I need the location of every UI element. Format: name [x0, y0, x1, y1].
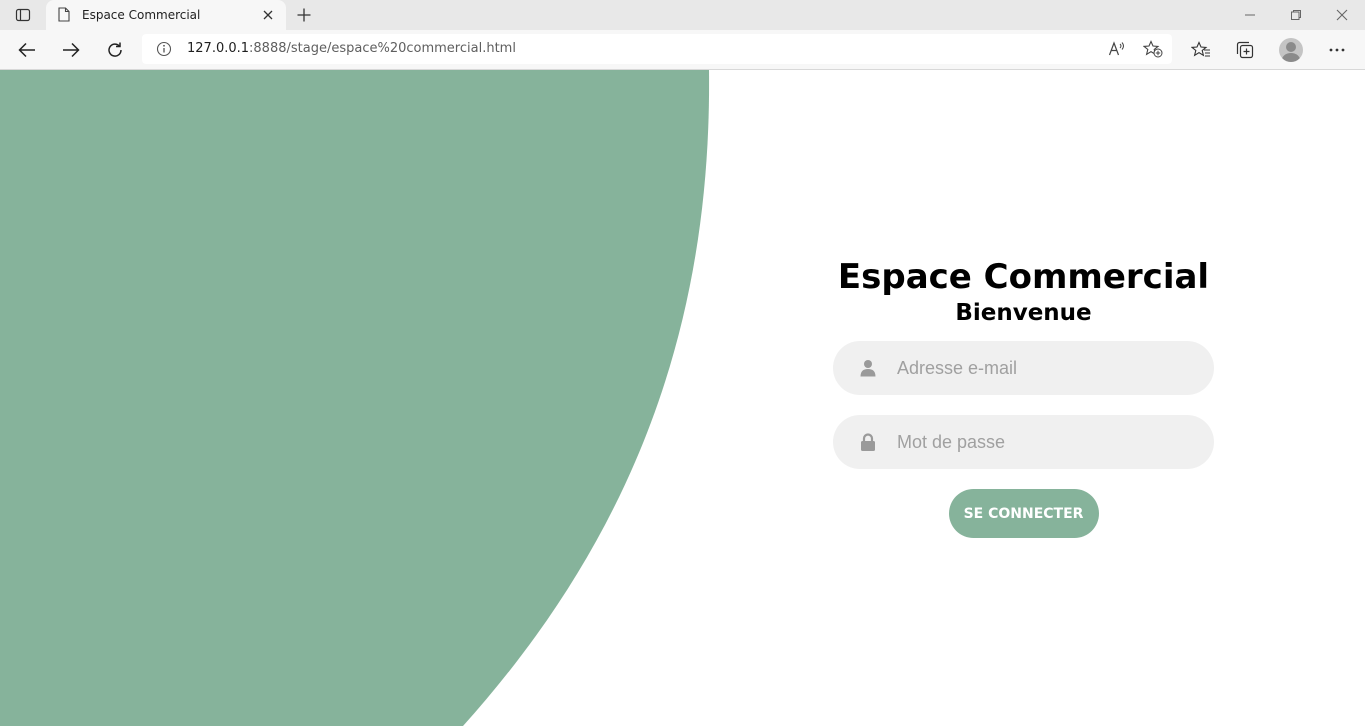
- login-form: Espace Commercial Bienvenue SE CONNECTER: [833, 258, 1214, 538]
- profile-shoulders: [1282, 53, 1300, 62]
- address-bar[interactable]: 127.0.0.1:8888/stage/espace%20commercial…: [142, 34, 1172, 64]
- browser-tab[interactable]: Espace Commercial: [46, 0, 286, 30]
- page-subtitle: Bienvenue: [955, 300, 1092, 326]
- url-text[interactable]: 127.0.0.1:8888/stage/espace%20commercial…: [187, 41, 516, 56]
- tab-actions-icon[interactable]: [8, 4, 38, 26]
- forward-arrow-icon[interactable]: [57, 36, 85, 64]
- favorites-icon[interactable]: [1189, 38, 1213, 62]
- page-title: Espace Commercial: [837, 257, 1210, 297]
- star-plus-icon[interactable]: [1142, 39, 1164, 59]
- password-field[interactable]: [833, 415, 1214, 469]
- collections-icon[interactable]: [1233, 38, 1257, 62]
- profile-icon[interactable]: [1279, 38, 1303, 62]
- close-tab-icon[interactable]: [258, 5, 278, 25]
- info-icon[interactable]: [156, 41, 172, 57]
- profile-head: [1286, 42, 1296, 52]
- more-icon[interactable]: [1325, 38, 1349, 62]
- read-aloud-icon[interactable]: [1106, 39, 1128, 59]
- page-icon: [58, 7, 72, 23]
- restore-icon[interactable]: [1273, 0, 1319, 30]
- password-input[interactable]: [895, 430, 1199, 454]
- browser-tab-bar: Espace Commercial: [0, 0, 1365, 30]
- tab-title: Espace Commercial: [82, 8, 201, 22]
- back-arrow-icon[interactable]: [13, 36, 41, 64]
- email-field[interactable]: [833, 341, 1214, 395]
- minimize-icon[interactable]: [1227, 0, 1273, 30]
- lock-icon: [858, 432, 878, 452]
- close-window-icon[interactable]: [1319, 0, 1365, 30]
- user-icon: [858, 358, 878, 378]
- page-viewport: Espace Commercial Bienvenue SE CONNECTER: [0, 70, 1365, 726]
- new-tab-icon[interactable]: [292, 4, 316, 26]
- refresh-icon[interactable]: [101, 36, 129, 64]
- url-path: :8888/stage/espace%20commercial.html: [249, 41, 516, 56]
- browser-toolbar: 127.0.0.1:8888/stage/espace%20commercial…: [0, 30, 1365, 70]
- decorative-green-shape: [0, 70, 710, 726]
- email-input[interactable]: [895, 356, 1199, 380]
- login-button[interactable]: SE CONNECTER: [948, 489, 1099, 538]
- url-host: 127.0.0.1: [187, 41, 250, 56]
